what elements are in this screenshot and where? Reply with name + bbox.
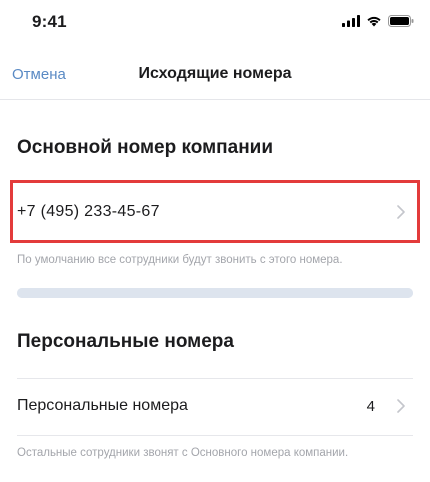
battery-icon	[388, 15, 414, 27]
nav-bar: Отмена Исходящие номера	[0, 50, 430, 100]
main-number-section-title: Основной номер компании	[17, 137, 274, 158]
wifi-icon	[367, 16, 381, 27]
main-number-hint: По умолчанию все сотрудники будут звонит…	[17, 254, 343, 266]
personal-numbers-row[interactable]: Персональные номера 4	[17, 378, 413, 436]
status-bar: 9:41	[0, 0, 430, 44]
personal-numbers-label: Персональные номера	[17, 397, 188, 414]
page-title: Исходящие номера	[138, 65, 292, 82]
chevron-right-icon	[397, 205, 405, 219]
personal-numbers-hint: Остальные сотрудники звонят с Основного …	[17, 447, 349, 459]
personal-numbers-section-title: Персональные номера	[17, 331, 234, 352]
chevron-right-icon	[397, 399, 405, 413]
status-time: 9:41	[32, 12, 67, 31]
progress-bar	[17, 288, 413, 298]
signal-icon	[342, 15, 360, 27]
status-icons	[342, 15, 414, 27]
personal-numbers-count: 4	[366, 398, 375, 415]
main-number-row[interactable]: +7 (495) 233-45-67	[17, 185, 413, 241]
main-phone-number: +7 (495) 233-45-67	[17, 203, 160, 220]
progress-bar-fill	[17, 288, 413, 298]
